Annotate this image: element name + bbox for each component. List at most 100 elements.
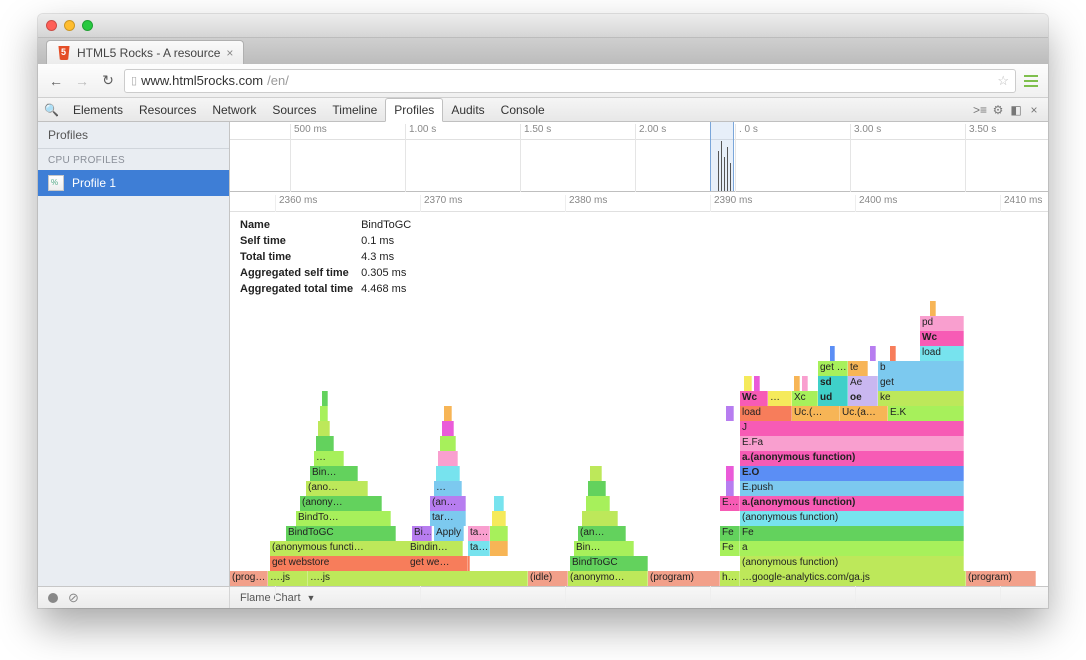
flame-frame[interactable] — [436, 466, 460, 481]
flame-frame[interactable]: J — [740, 421, 964, 436]
console-toggle-icon[interactable]: >≡ — [972, 103, 988, 117]
flame-frame[interactable]: … — [314, 451, 344, 466]
flame-frame[interactable]: (idle) — [528, 571, 568, 586]
flame-frame[interactable] — [588, 481, 606, 496]
flame-frame[interactable]: ta… — [468, 526, 490, 541]
flame-frame[interactable]: ….js — [308, 571, 528, 586]
flame-frame[interactable]: … — [768, 391, 792, 406]
devtools-tab-network[interactable]: Network — [204, 99, 264, 121]
flame-frame[interactable]: sd — [818, 376, 848, 391]
overview-timeline[interactable]: 500 ms1.00 s1.50 s2.00 s. 0 s3.00 s3.50 … — [230, 122, 1048, 192]
flame-frame[interactable] — [726, 481, 734, 496]
dock-side-icon[interactable]: ◧ — [1008, 103, 1024, 117]
flame-frame[interactable] — [322, 391, 328, 406]
flame-frame[interactable] — [830, 346, 835, 361]
browser-tab[interactable]: HTML5 Rocks - A resource × — [46, 40, 244, 64]
devtools-tab-elements[interactable]: Elements — [65, 99, 131, 121]
flame-frame[interactable]: get we… — [408, 556, 468, 571]
flame-frame[interactable]: get — [878, 376, 964, 391]
flame-frame[interactable] — [590, 466, 602, 481]
devtools-tab-audits[interactable]: Audits — [443, 99, 492, 121]
flame-chart[interactable]: NameBindToGCSelf time0.1 msTotal time4.3… — [230, 212, 1048, 586]
sidebar-item-profile-1[interactable]: Profile 1 — [38, 170, 229, 196]
address-bar[interactable]: ▯ www.html5rocks.com/en/ ☆ — [124, 69, 1016, 93]
flame-frame[interactable]: a.(anonymous function) — [740, 496, 964, 511]
flame-frame[interactable] — [582, 511, 618, 526]
record-button[interactable] — [48, 593, 58, 603]
flame-frame[interactable]: h… — [720, 571, 740, 586]
flame-frame[interactable] — [318, 421, 330, 436]
chrome-menu-button[interactable] — [1022, 73, 1040, 89]
close-window-button[interactable] — [46, 20, 57, 31]
flame-frame[interactable]: tar… — [430, 511, 466, 526]
settings-gear-icon[interactable]: ⚙ — [990, 103, 1006, 117]
flame-frame[interactable]: ke — [878, 391, 964, 406]
flame-frame[interactable]: E.K — [888, 406, 964, 421]
flame-frame[interactable]: Wc — [920, 331, 964, 346]
flame-frame[interactable] — [930, 301, 936, 316]
flame-frame[interactable] — [494, 496, 504, 511]
flame-frame[interactable]: (anonymous function) — [740, 511, 964, 526]
flame-frame[interactable]: (anony… — [300, 496, 382, 511]
flame-frame[interactable]: a — [740, 541, 964, 556]
flame-frame[interactable]: (anonymo… — [568, 571, 648, 586]
flame-frame[interactable]: b — [878, 361, 964, 376]
minimize-window-button[interactable] — [64, 20, 75, 31]
flame-frame[interactable]: Uc.(a… — [840, 406, 888, 421]
flame-frame[interactable]: load — [740, 406, 792, 421]
flame-frame[interactable] — [438, 451, 458, 466]
flame-frame[interactable]: (an… — [578, 526, 626, 541]
flame-frame[interactable] — [754, 376, 760, 391]
flame-frame[interactable] — [726, 466, 734, 481]
flame-frame[interactable]: … — [434, 481, 462, 496]
flame-frame[interactable]: Fe — [720, 541, 740, 556]
flame-frame[interactable] — [320, 406, 328, 421]
flame-frame[interactable]: E.push — [740, 481, 964, 496]
flame-frame[interactable] — [726, 406, 734, 421]
flame-frame[interactable]: (program) — [966, 571, 1036, 586]
flame-frame[interactable]: ….js — [268, 571, 308, 586]
flame-frame[interactable] — [744, 376, 752, 391]
flame-frame[interactable]: BindToGC — [286, 526, 396, 541]
flame-frame[interactable]: E.O — [740, 466, 964, 481]
devtools-tab-profiles[interactable]: Profiles — [385, 98, 443, 122]
devtools-tab-resources[interactable]: Resources — [131, 99, 204, 121]
devtools-tab-console[interactable]: Console — [493, 99, 553, 121]
close-devtools-icon[interactable]: × — [1026, 103, 1042, 117]
flame-frame[interactable] — [802, 376, 808, 391]
flame-frame[interactable]: (prog… — [230, 571, 268, 586]
flame-frame[interactable]: get … — [818, 361, 848, 376]
flame-frame[interactable]: Bin… — [310, 466, 358, 481]
flame-frame[interactable] — [492, 511, 506, 526]
flame-frame[interactable] — [440, 436, 456, 451]
flame-frame[interactable]: BindToGC — [570, 556, 648, 571]
flame-frame[interactable] — [890, 346, 896, 361]
flame-frame[interactable]: E… — [720, 496, 740, 511]
flame-frame[interactable]: a.(anonymous function) — [740, 451, 964, 466]
flame-frame[interactable]: (program) — [648, 571, 720, 586]
flame-frame[interactable]: load — [920, 346, 964, 361]
flame-frame[interactable]: (an… — [430, 496, 466, 511]
forward-button[interactable]: → — [72, 73, 92, 89]
flame-frame[interactable] — [442, 421, 454, 436]
view-mode-selector[interactable]: Flame Chart ▼ — [230, 592, 325, 604]
flame-frame[interactable]: (ano… — [306, 481, 368, 496]
flame-frame[interactable] — [444, 406, 452, 421]
flame-frame[interactable] — [586, 496, 610, 511]
reload-button[interactable]: ↻ — [98, 72, 118, 89]
flame-frame[interactable]: Apply — [434, 526, 464, 541]
flame-frame[interactable]: Fe — [720, 526, 740, 541]
flame-frame[interactable]: Bi… — [412, 526, 432, 541]
flame-frame[interactable]: te — [848, 361, 868, 376]
flame-frame[interactable]: Uc.(… — [792, 406, 840, 421]
flame-frame[interactable] — [316, 436, 334, 451]
flame-frame[interactable] — [490, 541, 508, 556]
flame-frame[interactable]: Ae — [848, 376, 878, 391]
flame-frame[interactable]: Bin… — [574, 541, 634, 556]
flame-frame[interactable]: BindTo… — [296, 511, 391, 526]
devtools-tab-timeline[interactable]: Timeline — [324, 99, 385, 121]
devtools-tab-sources[interactable]: Sources — [264, 99, 324, 121]
flame-frame[interactable]: Fe — [740, 526, 964, 541]
clear-button[interactable]: ⊘ — [68, 590, 79, 606]
back-button[interactable]: ← — [46, 73, 66, 89]
